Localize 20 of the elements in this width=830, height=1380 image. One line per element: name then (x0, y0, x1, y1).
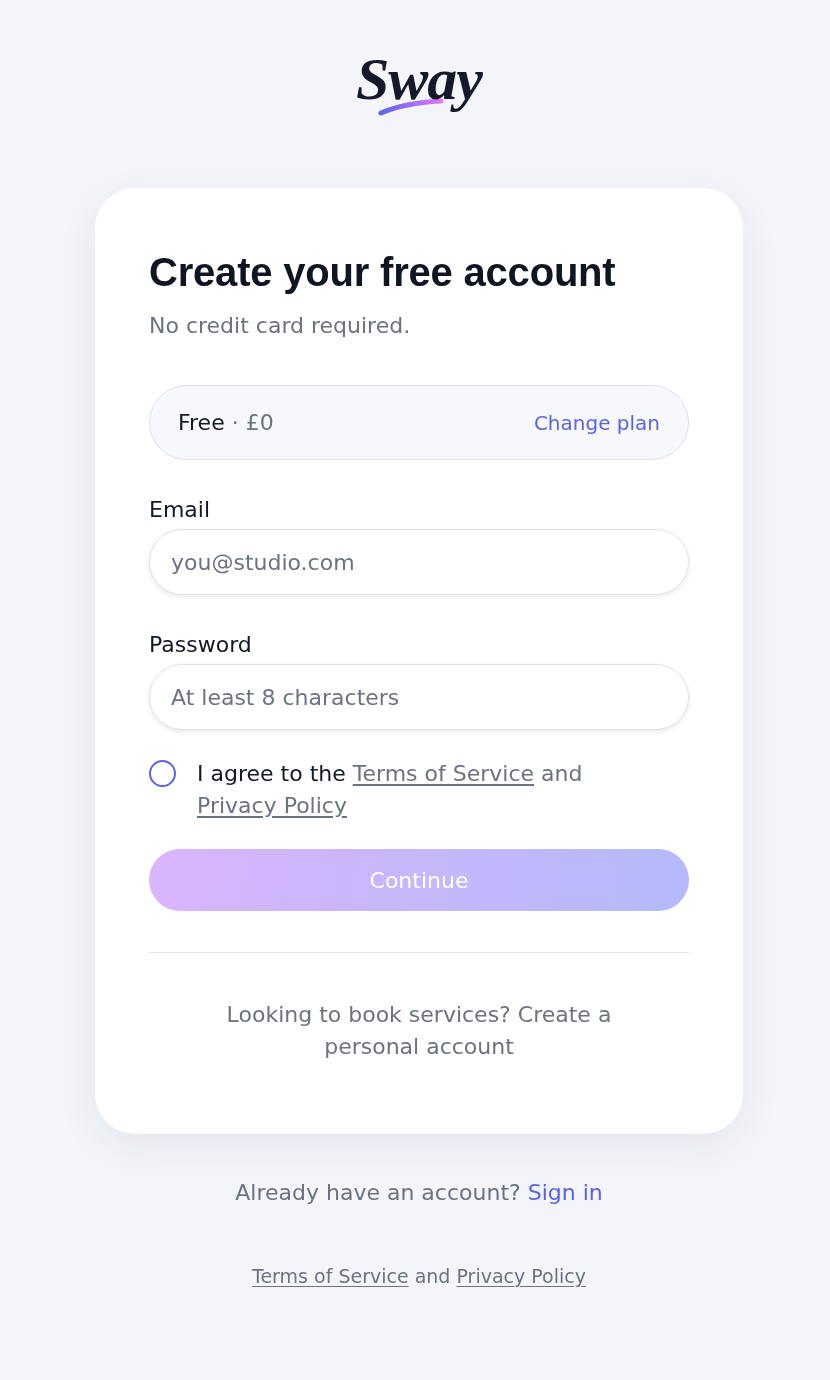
card-title: Create your free account (149, 249, 617, 296)
terms-link[interactable]: Terms of Service (252, 1265, 409, 1287)
change-plan-link[interactable]: Change plan (533, 410, 660, 435)
terms-link[interactable]: Terms of Service (352, 761, 535, 786)
legal-links-text: Terms of Service and Privacy Policy (251, 1264, 587, 1289)
sign-in-link[interactable]: Sign in (527, 1180, 603, 1205)
agreement-text: I agree to the Terms of Service and Privacy Policy (197, 760, 584, 820)
agree-checkbox[interactable] (149, 760, 176, 787)
input-field[interactable]: you@studio.com (149, 529, 689, 595)
input-field[interactable]: At least 8 characters (149, 664, 689, 730)
personal-account-note: Looking to book services? Create a personal account (225, 1001, 613, 1061)
privacy-link[interactable]: Privacy Policy (456, 1265, 586, 1287)
card-subtitle: No credit card required. (149, 312, 412, 340)
privacy-link[interactable]: Privacy Policy (197, 793, 347, 818)
sign-in-prompt: Already have an account? Sign in (234, 1179, 604, 1207)
plan-price: £0 (245, 410, 274, 435)
field-label: Email (149, 496, 212, 524)
plan-name: Free (178, 410, 225, 435)
separator-dot: · (231, 410, 239, 435)
field-label: Password (149, 631, 253, 659)
